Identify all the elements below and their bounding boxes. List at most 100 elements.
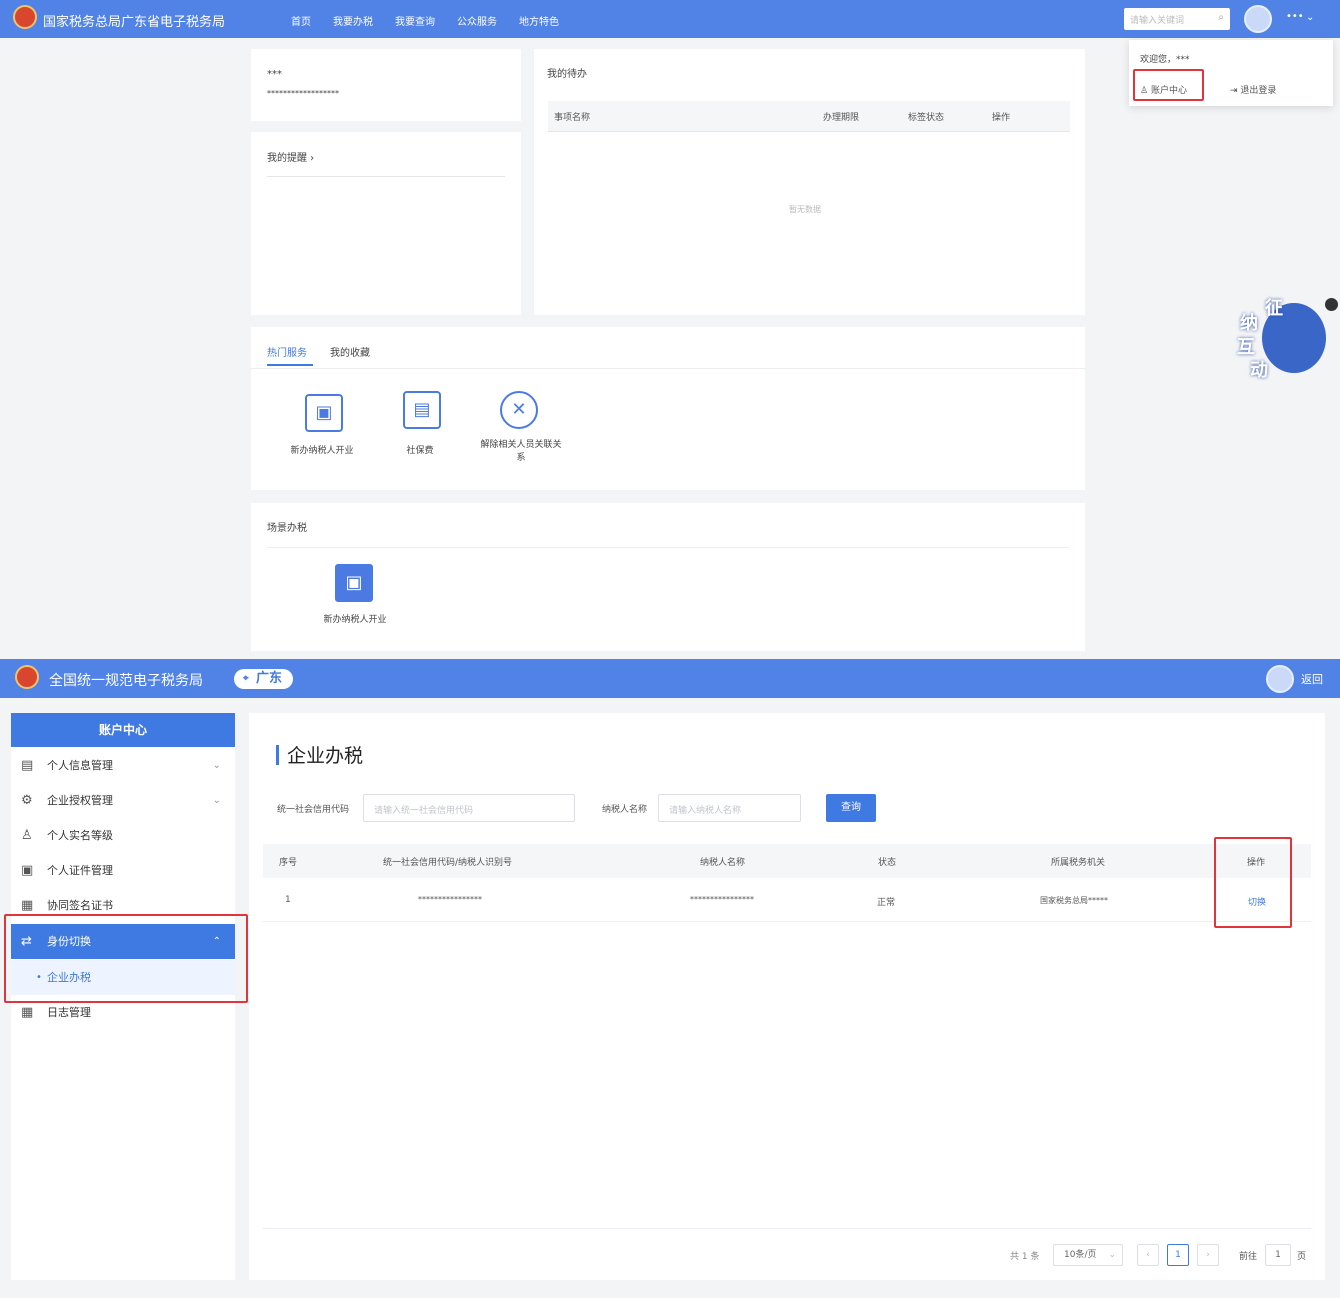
social-security-icon[interactable]: ▤	[403, 391, 441, 429]
service-unlink[interactable]: 解除相关人员关联关系	[479, 437, 563, 463]
sidebar-item-realname-level[interactable]: ♙ 个人实名等级	[11, 818, 235, 853]
nav-local-feature[interactable]: 地方特色	[519, 13, 559, 28]
next-page-button[interactable]: ›	[1197, 1244, 1219, 1266]
col-status: 状态	[878, 858, 897, 868]
chevron-down-icon[interactable]: ⌄	[1306, 12, 1314, 23]
user-id: ******************	[267, 89, 339, 98]
service-social-security[interactable]: 社保费	[380, 443, 460, 456]
nav-home[interactable]: 首页	[291, 13, 311, 28]
main-panel: 企业办税 统一社会信用代码 请输入统一社会信用代码 纳税人名称 请输入纳税人名称…	[249, 713, 1325, 1280]
reminder-card: 我的提醒 ›	[251, 132, 521, 315]
chevron-down-icon: ⌄	[212, 760, 221, 771]
highlight-action-column	[1214, 837, 1292, 928]
empty-text: 暂无数据	[789, 205, 821, 214]
reminder-title[interactable]: 我的提醒 ›	[267, 149, 314, 164]
taxpayer-name-input[interactable]: 请输入纳税人名称	[658, 794, 801, 822]
col-item-name: 事项名称	[554, 113, 591, 123]
divider	[267, 176, 505, 177]
services-card: 热门服务 我的收藏 ▣ 新办纳税人开业 ▤ 社保费 ✕ 解除相关人员关联关系	[251, 327, 1085, 490]
search-input[interactable]: 请输入关键词 ⌕	[1124, 8, 1230, 30]
todo-title: 我的待办	[547, 69, 587, 80]
site-title: 全国统一规范电子税务局	[49, 673, 203, 689]
col-taxpayer-name: 纳税人名称	[700, 858, 746, 868]
avatar[interactable]	[1266, 665, 1294, 693]
goto-page-input[interactable]: 1	[1265, 1244, 1291, 1266]
todo-table-header: 事项名称 办理期限 标签状态 操作	[548, 101, 1070, 131]
region-badge[interactable]: ⌖ 广东	[234, 669, 293, 689]
tab-my-favorites[interactable]: 我的收藏	[330, 344, 370, 359]
credit-code-input[interactable]: 请输入统一社会信用代码	[363, 794, 575, 822]
table-header: 序号 统一社会信用代码/纳税人识别号 纳税人名称 状态 所属税务机关 操作	[263, 844, 1311, 878]
sidebar-item-label: 个人证件管理	[47, 864, 113, 877]
nav-query[interactable]: 我要查询	[395, 13, 435, 28]
table-row: 1 **************** **************** 正常 国…	[263, 878, 1311, 922]
user-name: ***	[267, 69, 282, 80]
profile-icon: ▤	[21, 758, 34, 773]
search-placeholder: 请输入关键词	[1130, 16, 1185, 26]
more-menu[interactable]: •••	[1286, 11, 1304, 22]
avatar[interactable]	[1244, 5, 1272, 33]
todo-card: 我的待办 事项名称 办理期限 标签状态 操作 暂无数据	[534, 49, 1085, 315]
divider	[251, 368, 1085, 369]
logout-icon: ⇥	[1230, 86, 1238, 96]
sidebar-item-id-docs[interactable]: ▣ 个人证件管理	[11, 853, 235, 888]
tax-bureau-logo	[13, 5, 37, 29]
active-tab-indicator	[267, 364, 313, 366]
credit-code-label: 统一社会信用代码	[277, 805, 350, 815]
sidebar-item-label: 企业授权管理	[47, 794, 113, 807]
logout-link[interactable]: ⇥ 退出登录	[1230, 83, 1276, 96]
sidebar-title: 账户中心	[11, 713, 235, 747]
logout-label: 退出登录	[1240, 86, 1277, 96]
id-card-icon: ▣	[21, 863, 34, 878]
top-header: 国家税务总局广东省电子税务局 首页 我要办税 我要查询 公众服务 地方特色 请输…	[0, 0, 1340, 38]
col-credit-code: 统一社会信用代码/纳税人识别号	[383, 858, 513, 868]
sidebar-item-label: 个人实名等级	[47, 829, 113, 842]
col-tag-status: 标签状态	[908, 113, 945, 123]
welcome-text: 欢迎您，***	[1140, 55, 1190, 65]
divider	[267, 547, 1069, 548]
page-size-label: 10条/页	[1064, 1250, 1097, 1260]
new-taxpayer-icon[interactable]: ▣	[335, 564, 373, 602]
mascot-char-0: 征	[1265, 298, 1283, 319]
close-icon[interactable]	[1325, 298, 1338, 311]
user-card: *** ******************	[251, 49, 521, 121]
col-index: 序号	[279, 858, 298, 868]
mascot-char-1: 纳	[1240, 313, 1258, 334]
search-icon[interactable]: ⌕	[1218, 12, 1224, 23]
nav-public-service[interactable]: 公众服务	[457, 13, 497, 28]
title-accent-bar	[276, 745, 279, 765]
scene-new-taxpayer[interactable]: 新办纳税人开业	[315, 612, 395, 625]
prev-page-button[interactable]: ‹	[1137, 1244, 1159, 1266]
cell-taxpayer-name: ****************	[690, 895, 754, 904]
nav-do-tax[interactable]: 我要办税	[333, 13, 373, 28]
sidebar-item-personal-info[interactable]: ▤ 个人信息管理 ⌄	[11, 748, 235, 783]
mascot-char-3: 动	[1250, 360, 1268, 381]
cell-tax-authority: 国家税务总局*****	[1040, 896, 1108, 905]
highlight-account-center	[1133, 69, 1204, 101]
goto-label: 前往	[1239, 1252, 1258, 1262]
cell-status: 正常	[877, 898, 896, 908]
sidebar-item-label: 个人信息管理	[47, 759, 113, 772]
location-icon: ⌖	[243, 673, 249, 684]
region-label: 广东	[256, 671, 283, 686]
col-deadline: 办理期限	[823, 113, 860, 123]
total-count: 共 1 条	[1010, 1252, 1040, 1262]
sidebar-item-label: 日志管理	[47, 1006, 91, 1019]
query-button[interactable]: 查询	[826, 794, 876, 822]
cell-index: 1	[285, 895, 291, 905]
service-new-taxpayer[interactable]: 新办纳税人开业	[282, 443, 362, 456]
bottom-header: 全国统一规范电子税务局 ⌖ 广东 返回	[0, 659, 1340, 698]
taxpayer-name-label: 纳税人名称	[602, 805, 648, 815]
back-button[interactable]: 返回	[1301, 671, 1323, 687]
chevron-down-icon: ⌄	[212, 795, 221, 806]
new-taxpayer-icon[interactable]: ▣	[305, 394, 343, 432]
chevron-down-icon: ⌄	[1108, 1250, 1116, 1260]
scene-title: 场景办税	[267, 523, 307, 534]
authorize-icon: ⚙	[21, 793, 33, 808]
tab-hot-services[interactable]: 热门服务	[267, 344, 307, 359]
unlink-icon[interactable]: ✕	[500, 391, 538, 429]
page-unit-label: 页	[1297, 1252, 1307, 1262]
sidebar-item-enterprise-auth[interactable]: ⚙ 企业授权管理 ⌄	[11, 783, 235, 818]
page-size-select[interactable]: 10条/页 ⌄	[1053, 1244, 1123, 1266]
page-number-1[interactable]: 1	[1167, 1244, 1189, 1266]
